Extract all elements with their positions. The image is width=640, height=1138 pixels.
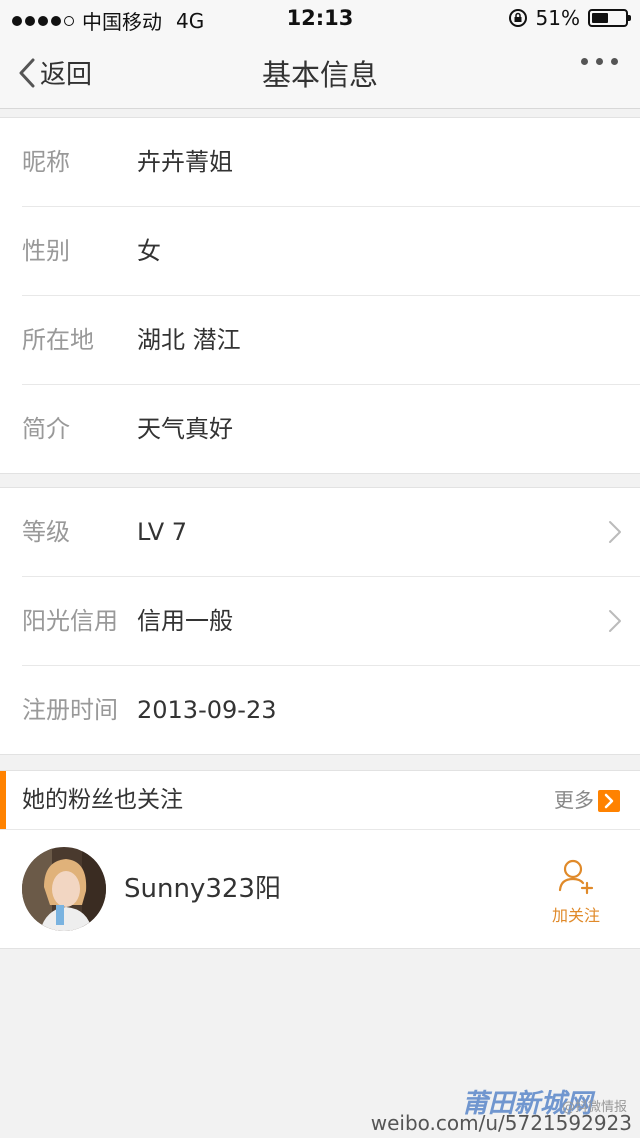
more-link[interactable]: 更多 — [554, 771, 594, 829]
info-label: 性别 — [22, 237, 70, 265]
chevron-right-icon — [609, 521, 621, 543]
info-label: 阳光信用 — [22, 607, 118, 635]
info-row-register-date: 注册时间 2013-09-23 — [22, 666, 640, 754]
info-label: 等级 — [22, 518, 70, 546]
fans-section-title: 她的粉丝也关注 — [22, 787, 183, 813]
avatar[interactable] — [22, 847, 106, 931]
rotation-lock-icon — [508, 9, 527, 27]
info-row-bio: 简介 天气真好 — [22, 385, 640, 473]
profile-info-group: 昵称 卉卉菁姐 性别 女 所在地 湖北 潜江 简介 天气真好 — [0, 117, 640, 474]
info-value: 女 — [137, 237, 161, 265]
more-dot-icon — [596, 58, 603, 65]
info-row-location: 所在地 湖北 潜江 — [22, 296, 640, 385]
fans-section-header: 她的粉丝也关注 更多 — [0, 771, 640, 830]
info-label: 简介 — [22, 415, 70, 443]
add-user-icon — [558, 859, 594, 895]
info-label: 注册时间 — [22, 696, 118, 724]
follow-label: 加关注 — [551, 906, 600, 925]
info-label: 所在地 — [22, 326, 94, 354]
info-row-gender: 性别 女 — [22, 207, 640, 296]
info-value: 卉卉菁姐 — [137, 148, 233, 176]
account-info-group: 等级 LV 7 阳光信用 信用一般 注册时间 2013-09-23 — [0, 487, 640, 755]
accent-bar — [0, 771, 6, 829]
info-value: LV 7 — [137, 518, 188, 546]
status-bar: 中国移动 4G 12:13 51% — [0, 0, 640, 36]
suggested-user-name[interactable]: Sunny323阳 — [124, 830, 281, 948]
fans-follow-section: 她的粉丝也关注 更多 Sunny323阳 加关注 — [0, 770, 640, 949]
nav-bar: 返回 基本信息 — [0, 36, 640, 109]
battery-percent: 51% — [535, 6, 580, 30]
more-dot-icon — [581, 58, 588, 65]
more-options-button[interactable] — [581, 58, 618, 65]
info-value: 信用一般 — [137, 607, 233, 635]
suggested-user-row[interactable]: Sunny323阳 加关注 — [0, 830, 640, 948]
more-arrow-icon[interactable] — [598, 790, 620, 812]
follow-button[interactable]: 加关注 — [542, 856, 610, 926]
info-row-level[interactable]: 等级 LV 7 — [22, 488, 640, 577]
page-title: 基本信息 — [261, 58, 378, 92]
info-label: 昵称 — [22, 148, 70, 176]
chevron-right-icon — [609, 610, 621, 632]
info-row-nickname: 昵称 卉卉菁姐 — [22, 118, 640, 207]
battery-icon — [588, 9, 631, 27]
watermark-url: weibo.com/u/5721592923 — [370, 1111, 632, 1135]
info-row-credit[interactable]: 阳光信用 信用一般 — [22, 577, 640, 666]
info-value: 湖北 潜江 — [137, 326, 241, 354]
battery-fill — [592, 13, 609, 23]
info-value: 2013-09-23 — [137, 696, 277, 724]
info-value: 天气真好 — [137, 415, 233, 443]
more-dot-icon — [611, 58, 618, 65]
status-right: 51% — [508, 6, 631, 30]
